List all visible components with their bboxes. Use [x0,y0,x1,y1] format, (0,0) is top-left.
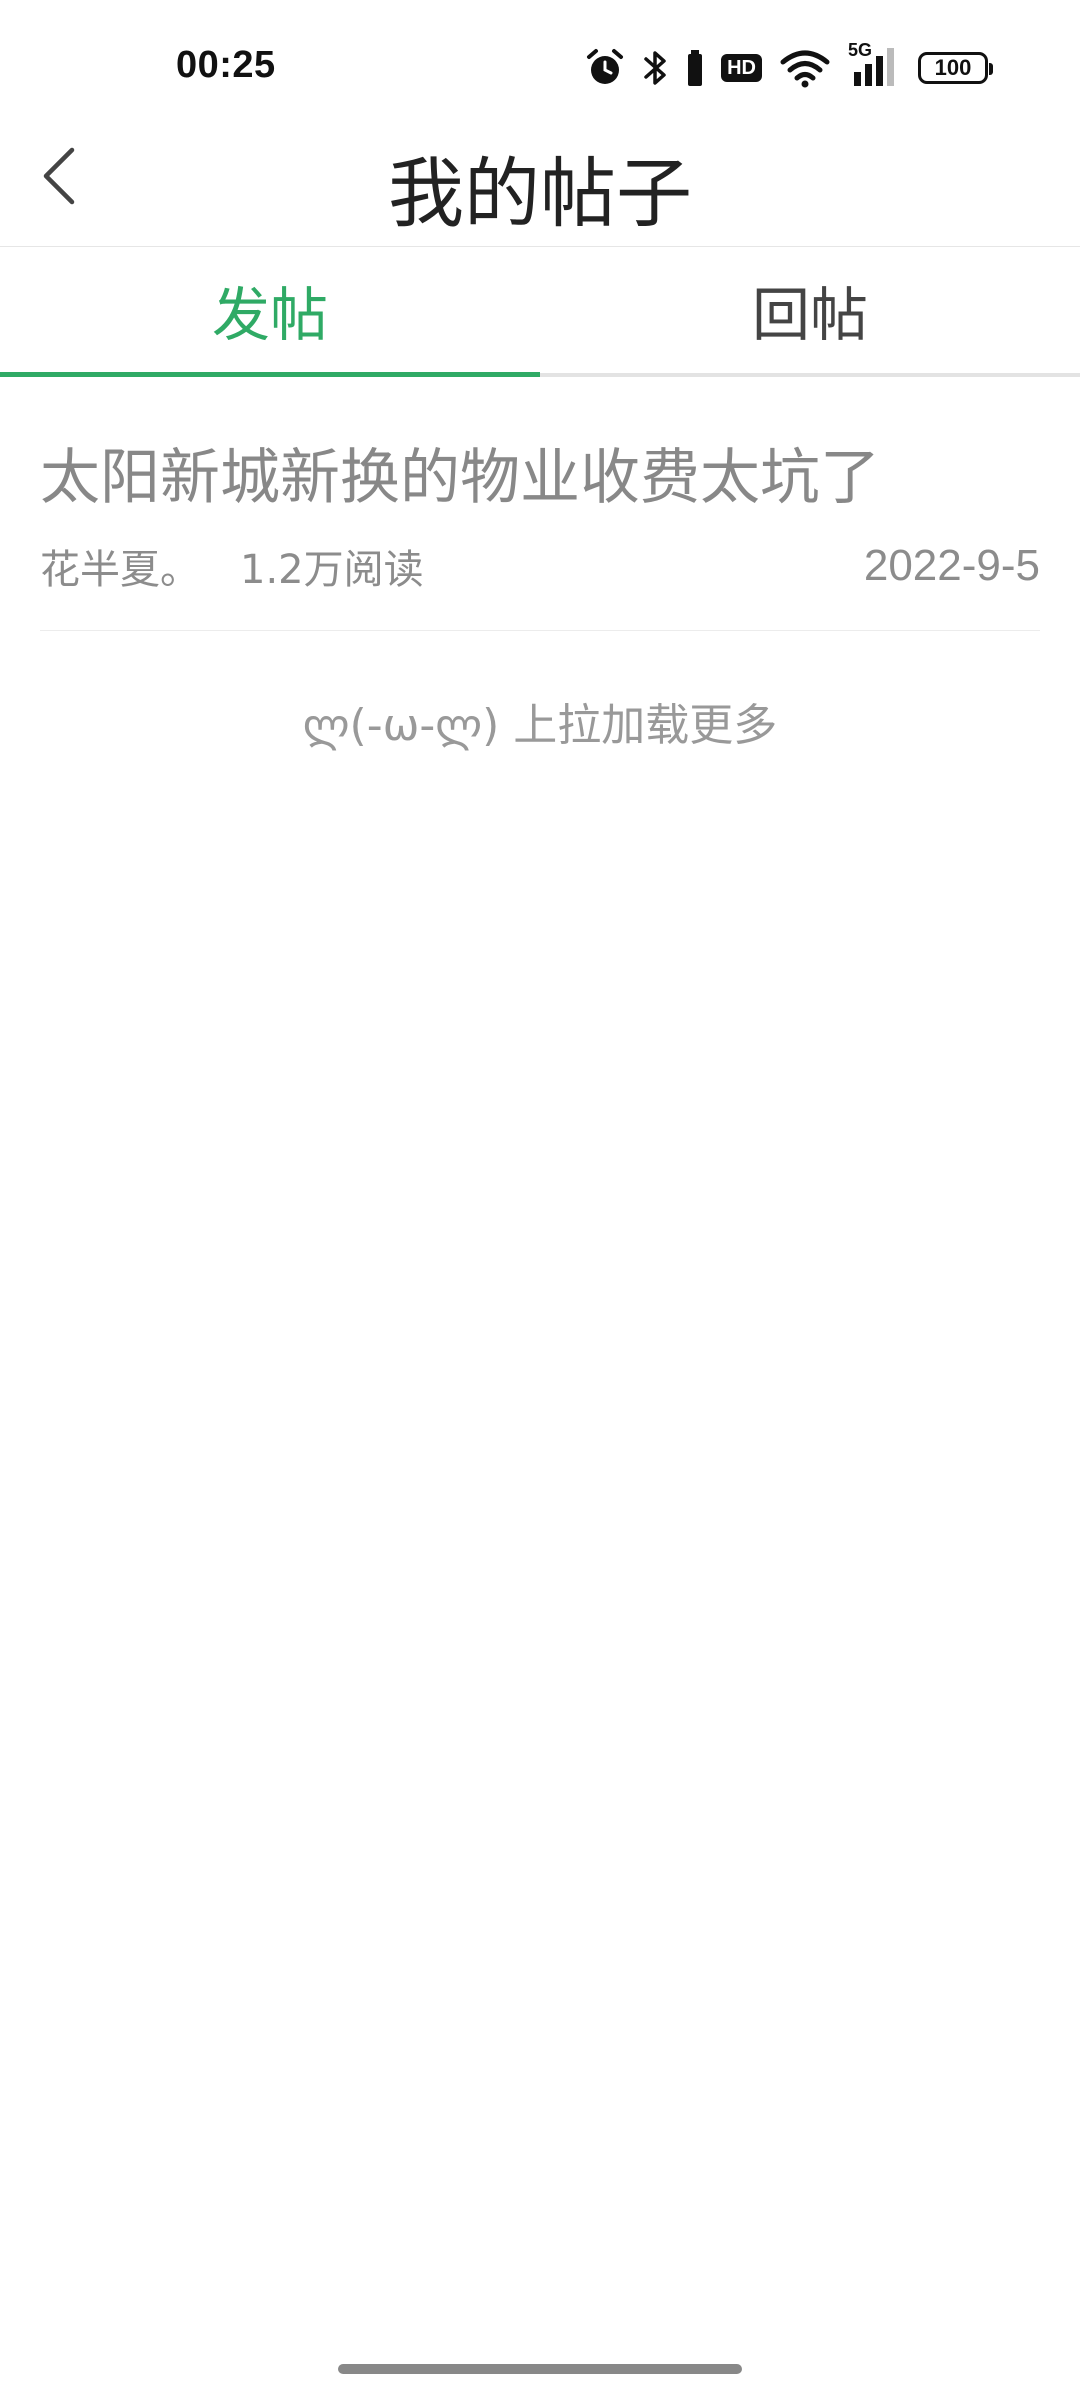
battery-saver-icon [687,50,703,86]
load-more-hint: ლ(-ω-ლ) 上拉加载更多 [302,700,778,751]
post-read-count: 1.2万阅读 [240,547,424,593]
status-time: 00:25 [176,44,276,86]
tab-bar: 发帖 回帖 [0,247,1080,377]
wifi-icon [780,48,830,88]
hd-badge: HD [721,54,762,82]
post-title: 太阳新城新换的物业收费太坑了 [40,443,880,513]
list-item[interactable]: 太阳新城新换的物业收费太坑了 花半夏。 1.2万阅读 2022-9-5 [40,377,1040,631]
header: 我的帖子 [0,120,1080,247]
battery-indicator: 100 [918,52,993,84]
page-title: 我的帖子 [388,149,692,238]
cellular-signal-icon: 5G [848,40,900,88]
post-date: 2022-9-5 [863,541,1040,590]
network-type-label: 5G [848,40,873,60]
tab-replies[interactable]: 回帖 [540,247,1080,373]
battery-level: 100 [934,55,972,80]
home-indicator[interactable] [338,2364,742,2374]
status-bar: 00:25 HD 5G 100 [0,0,1080,120]
alarm-icon [585,48,625,88]
post-list: 太阳新城新换的物业收费太坑了 花半夏。 1.2万阅读 2022-9-5 ლ(-ω… [0,377,1080,753]
bluetooth-icon [643,48,669,88]
tab-posts[interactable]: 发帖 [0,247,540,377]
post-meta: 花半夏。 1.2万阅读 2022-9-5 [40,537,1040,595]
post-author: 花半夏。 [40,547,200,593]
status-icons: HD 5G 100 [567,40,993,92]
